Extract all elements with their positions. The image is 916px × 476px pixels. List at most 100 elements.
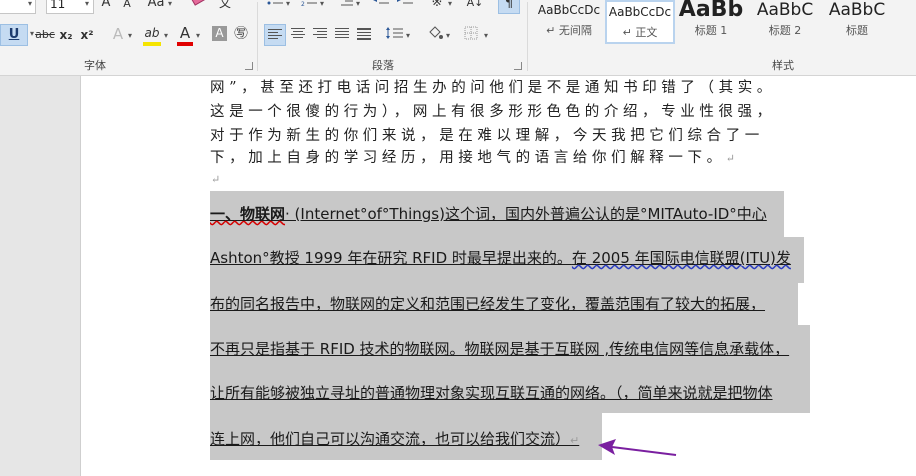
borders-icon	[464, 26, 478, 40]
body-paragraph-line: 对于作为新生的你们来说，是在难以理解，今天我把它们综合了一	[210, 128, 764, 144]
enclose-characters-button[interactable]: ㊢	[232, 25, 250, 43]
pinyin-guide-button[interactable]: 文	[215, 0, 235, 12]
indent-icon	[397, 0, 413, 4]
eraser-icon	[190, 0, 206, 6]
clear-format-button[interactable]	[188, 0, 210, 12]
superscript-button[interactable]: x²	[79, 26, 95, 44]
selected-text-line[interactable]: 不再只是指基于 RFID 技术的物联网。物联网是基于互联网 ,传统电信网等信息承…	[210, 338, 789, 360]
multilevel-list-icon	[341, 0, 353, 6]
show-marks-button[interactable]: ¶	[498, 0, 520, 14]
selected-text-line[interactable]: 让所有能够被独立寻址的普通物理对象实现互联互通的网络。（，简单来说就是把物体	[210, 382, 773, 404]
shrink-font-button[interactable]: A	[120, 0, 134, 13]
align-right-button[interactable]	[310, 24, 330, 46]
justify-icon	[335, 28, 349, 38]
line-text: 连上网，他们自己可以沟通交流，也可以给我们交流）	[210, 430, 571, 448]
style-sample: AaBbCcDc	[537, 3, 601, 17]
body-paragraph-line: 下，加上自身的学习经历，用接地气的语言给你们解释一下。↵	[210, 148, 735, 169]
line-text: Ashton°教授 1999 年在研究 RFID 时最早提出来的。	[210, 249, 572, 267]
chevron-down-icon[interactable]: ▾	[484, 31, 488, 40]
line-spacing-button[interactable]	[384, 26, 404, 44]
paragraph-group-label: 段落	[372, 59, 394, 72]
style-name: 标题 1	[694, 24, 728, 37]
font-dialog-launcher[interactable]	[245, 62, 253, 70]
underline-button[interactable]: U	[0, 24, 28, 46]
chevron-down-icon[interactable]: ▾	[356, 0, 360, 8]
align-left-button[interactable]	[264, 24, 286, 46]
paragraph-mark: ↵	[570, 434, 580, 447]
subscript-button[interactable]: x₂	[58, 26, 74, 44]
style-no-spacing[interactable]: AaBbCcDc ↵ 无间隔	[534, 0, 604, 44]
shading-button[interactable]	[426, 26, 444, 44]
chevron-down-icon[interactable]: ▾	[164, 31, 168, 40]
empty-paragraph-mark: ↵	[211, 173, 221, 186]
style-sample: AaBbC	[756, 0, 814, 20]
chevron-down-icon[interactable]: ▾	[448, 0, 452, 8]
font-group-label: 字体	[84, 59, 106, 72]
bullets-button[interactable]	[266, 0, 284, 12]
style-heading-2[interactable]: AaBbC 标题 2	[750, 0, 820, 44]
align-center-button[interactable]	[288, 24, 308, 46]
style-sample: AaBbC	[828, 0, 886, 20]
style-sample: AaBbCcDc	[608, 5, 672, 19]
chevron-down-icon[interactable]: ▾	[320, 0, 324, 8]
character-shading-button[interactable]: A	[212, 26, 227, 41]
numbering-button[interactable]: 12	[300, 0, 318, 12]
style-heading-1[interactable]: AaBb 标题 1	[678, 0, 744, 44]
line-spacing-icon	[386, 27, 403, 39]
paragraph-dialog-launcher[interactable]	[514, 62, 522, 70]
chevron-down-icon: ▾	[84, 0, 89, 8]
increase-indent-button[interactable]	[396, 0, 414, 12]
chevron-down-icon: ▾	[27, 0, 32, 8]
style-normal[interactable]: AaBbCcDc ↵ 正文	[605, 0, 675, 44]
font-color-button[interactable]: A	[177, 24, 193, 42]
highlight-button[interactable]: ab	[142, 24, 162, 42]
body-paragraph-line: 网”，甚至还打电话问招生办的问他们是不是通知书印错了（其实。	[210, 80, 776, 96]
align-right-icon	[313, 28, 327, 38]
justify-button[interactable]	[332, 24, 352, 46]
borders-button[interactable]	[462, 26, 480, 44]
chinese-layout-button[interactable]: ※	[428, 0, 446, 12]
style-name: 标题 2	[768, 24, 802, 37]
distributed-icon	[357, 28, 371, 40]
change-case-button[interactable]: Aa	[145, 0, 167, 12]
selected-text-line[interactable]: Ashton°教授 1999 年在研究 RFID 时最早提出来的。在 2005 …	[210, 247, 791, 269]
selected-text-line[interactable]: 连上网，他们自己可以沟通交流，也可以给我们交流）↵	[210, 428, 579, 452]
heading-text: 一、物联网	[210, 205, 286, 223]
grammar-flagged-text: 在 2005 年国际电信联盟(ITU)发	[571, 249, 791, 267]
ribbon: ▾ 11 ▾ A A Aa ▾ 文 U ▾ abc x₂ x² A ▾ ab ▾ …	[0, 0, 916, 76]
numbered-list-icon: 12	[301, 0, 317, 8]
style-name: ↵ 无间隔	[546, 24, 592, 37]
selected-text-line[interactable]: 一、物联网· (Internet°of°Things)这个词，国内外普遍公认的是…	[210, 203, 767, 225]
svg-text:2: 2	[301, 1, 305, 8]
distributed-button[interactable]	[354, 24, 374, 46]
group-divider	[257, 2, 258, 71]
font-size-box[interactable]: 11 ▾	[46, 0, 94, 14]
chevron-down-icon[interactable]: ▾	[196, 31, 200, 40]
sort-button[interactable]: A↓	[466, 0, 484, 12]
decrease-indent-button[interactable]	[372, 0, 390, 12]
styles-group-label: 样式	[772, 59, 794, 72]
body-paragraph-line: 这是一个很傻的行为），网上有很多形形色色的介绍，专业性很强，	[210, 104, 776, 120]
paint-bucket-icon	[429, 26, 443, 39]
highlight-color-bar	[143, 42, 161, 46]
style-name: ↵ 正文	[622, 26, 658, 39]
chevron-down-icon[interactable]: ▾	[406, 31, 410, 40]
chevron-down-icon[interactable]: ▾	[286, 0, 290, 8]
selected-text-line[interactable]: 布的同名报告中，物联网的定义和范围已经发生了变化，覆盖范围有了较大的拓展，	[210, 293, 765, 315]
style-name: 标题	[846, 24, 868, 37]
chevron-down-icon[interactable]: ▾	[446, 31, 450, 40]
chevron-down-icon[interactable]: ▾	[128, 31, 132, 40]
paragraph-mark: ↵	[725, 152, 735, 165]
text-effects-button[interactable]: A	[110, 25, 126, 43]
font-name-box[interactable]: ▾	[0, 0, 36, 14]
multilevel-list-button[interactable]	[336, 0, 354, 12]
annotation-arrow-icon	[598, 439, 677, 456]
line-text: 下，加上自身的学习经历，用接地气的语言给你们解释一下。	[210, 150, 726, 166]
group-divider	[527, 2, 528, 71]
style-title[interactable]: AaBbC 标题	[822, 0, 892, 44]
font-color-bar	[177, 42, 193, 46]
outdent-icon	[373, 0, 389, 4]
strikethrough-button[interactable]: abc	[34, 26, 56, 44]
grow-font-button[interactable]: A	[98, 0, 114, 12]
chevron-down-icon[interactable]: ▾	[168, 0, 172, 8]
